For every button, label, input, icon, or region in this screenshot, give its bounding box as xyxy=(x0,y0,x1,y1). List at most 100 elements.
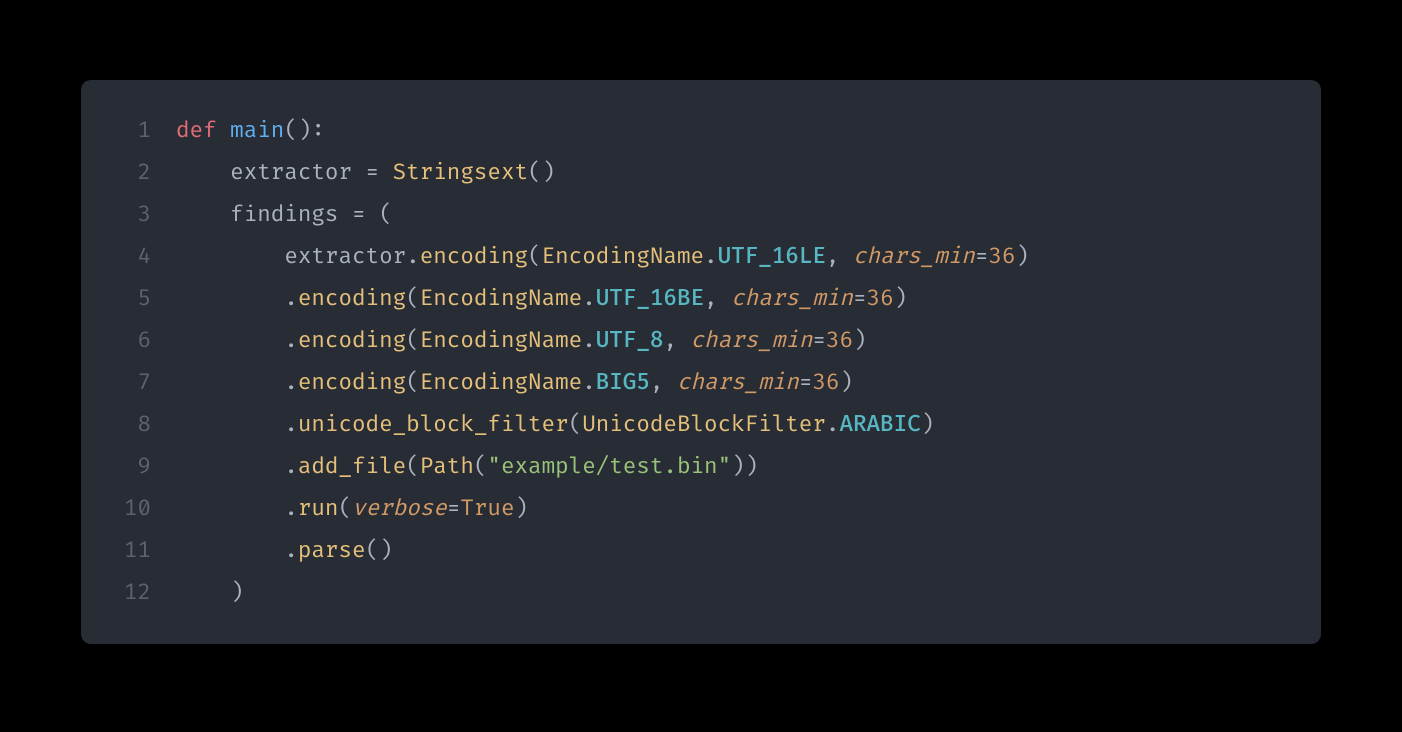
code-line: 11 .parse() xyxy=(111,530,1281,572)
code-token: UTF_16LE xyxy=(718,243,826,270)
code-token: , xyxy=(663,327,690,354)
line-number: 10 xyxy=(111,488,151,530)
code-token: ( xyxy=(366,201,393,228)
code-token: extractor xyxy=(230,159,365,186)
line-number: 1 xyxy=(111,110,151,152)
code-line: 6 .encoding(EncodingName.UTF_8, chars_mi… xyxy=(111,320,1281,362)
code-token: findings xyxy=(230,201,352,228)
code-token xyxy=(176,411,284,438)
code-token: EncodingName xyxy=(420,327,582,354)
code-token: = xyxy=(799,369,813,396)
code-content: .encoding(EncodingName.UTF_16BE, chars_m… xyxy=(176,278,907,320)
code-token: Stringsext xyxy=(393,159,528,186)
code-token xyxy=(176,537,284,564)
code-token: . xyxy=(582,327,596,354)
code-line: 1 def main(): xyxy=(111,110,1281,152)
code-token: ) xyxy=(853,327,867,354)
code-token: ( xyxy=(406,453,420,480)
code-token: 36 xyxy=(812,369,839,396)
code-token: 36 xyxy=(826,327,853,354)
code-token: Path xyxy=(420,453,474,480)
code-token: = xyxy=(975,243,989,270)
code-content: .encoding(EncodingName.BIG5, chars_min=3… xyxy=(176,362,853,404)
code-line: 12 ) xyxy=(111,572,1281,614)
code-token: . xyxy=(704,243,718,270)
code-token: True xyxy=(460,495,514,522)
code-token: BIG5 xyxy=(596,369,650,396)
code-token: () xyxy=(528,159,555,186)
code-line: 3 findings = ( xyxy=(111,194,1281,236)
code-line: 9 .add_file(Path("example/test.bin")) xyxy=(111,446,1281,488)
line-number: 5 xyxy=(111,278,151,320)
code-token: . xyxy=(826,411,840,438)
code-token: unicode_block_filter xyxy=(298,411,569,438)
line-number: 7 xyxy=(111,362,151,404)
code-token: . xyxy=(284,495,298,522)
code-token: main xyxy=(230,117,284,144)
code-token: verbose xyxy=(352,495,447,522)
code-token: = xyxy=(352,201,366,228)
code-token: . xyxy=(284,537,298,564)
code-token: ) xyxy=(230,579,244,606)
code-content: .parse() xyxy=(176,530,393,572)
code-token: EncodingName xyxy=(420,285,582,312)
code-content: ) xyxy=(176,572,244,614)
code-token: ) xyxy=(839,369,853,396)
code-line: 10 .run(verbose=True) xyxy=(111,488,1281,530)
code-token xyxy=(379,159,393,186)
code-token: ) xyxy=(921,411,935,438)
code-token xyxy=(176,453,284,480)
code-token: , xyxy=(826,243,853,270)
line-number: 11 xyxy=(111,530,151,572)
code-line: 8 . unicode_block_filter(UnicodeBlockFilt… xyxy=(111,404,1281,446)
code-token: = xyxy=(812,327,826,354)
code-token: def xyxy=(176,117,230,144)
code-block: 1def main():2 extractor = Stringsext()3 … xyxy=(81,80,1321,644)
code-token: encoding xyxy=(298,369,406,396)
code-token xyxy=(176,369,284,396)
code-token: ( xyxy=(406,285,420,312)
code-content: . unicode_block_filter(UnicodeBlockFilter… xyxy=(176,404,934,446)
code-token: chars_min xyxy=(853,243,975,270)
code-token: = xyxy=(447,495,461,522)
code-token: ( xyxy=(569,411,583,438)
code-token: . xyxy=(582,369,596,396)
code-token: UnicodeBlockFilter xyxy=(582,411,826,438)
code-token: UTF_8 xyxy=(596,327,664,354)
line-number: 2 xyxy=(111,152,151,194)
code-content: findings = ( xyxy=(176,194,393,236)
code-token: run xyxy=(298,495,339,522)
code-token: "example/test.bin" xyxy=(487,453,731,480)
code-token: chars_min xyxy=(691,327,813,354)
line-number: 6 xyxy=(111,320,151,362)
line-number: 8 xyxy=(111,404,151,446)
code-token xyxy=(176,243,284,270)
code-token: . xyxy=(284,327,298,354)
code-token: 36 xyxy=(867,285,894,312)
code-token: . xyxy=(284,285,298,312)
code-token: ARABIC xyxy=(839,411,920,438)
code-token: ) xyxy=(515,495,529,522)
code-content: def main(): xyxy=(176,110,325,152)
code-token: . xyxy=(582,285,596,312)
code-token: )) xyxy=(731,453,758,480)
code-content: .add_file(Path("example/test.bin")) xyxy=(176,446,758,488)
code-token xyxy=(176,495,284,522)
code-token: (): xyxy=(284,117,325,144)
line-number: 3 xyxy=(111,194,151,236)
code-token: ) xyxy=(1015,243,1029,270)
line-number: 9 xyxy=(111,446,151,488)
code-token: encoding xyxy=(420,243,528,270)
code-content: .encoding(EncodingName.UTF_8, chars_min=… xyxy=(176,320,867,362)
code-token: encoding xyxy=(298,285,406,312)
code-token: encoding xyxy=(298,327,406,354)
code-token xyxy=(176,159,230,186)
code-token: . xyxy=(284,453,298,480)
code-token: , xyxy=(704,285,731,312)
code-token: , xyxy=(650,369,677,396)
code-token xyxy=(176,201,230,228)
code-token: extractor xyxy=(284,243,406,270)
code-content: extractor.encoding(EncodingName.UTF_16LE… xyxy=(176,236,1029,278)
code-token: . xyxy=(284,369,298,396)
code-token: () xyxy=(366,537,393,564)
